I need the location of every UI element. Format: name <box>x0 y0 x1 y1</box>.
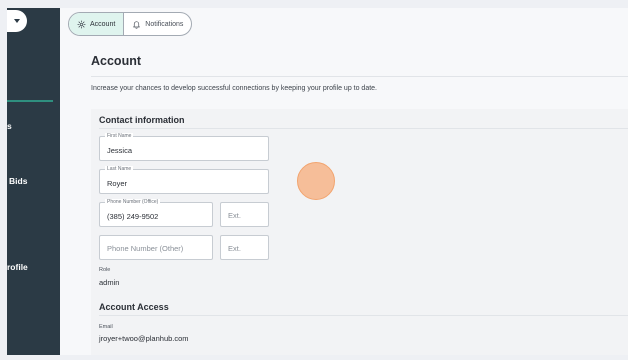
page-subtitle: Increase your chances to develop success… <box>91 85 378 92</box>
email-label: Email <box>99 324 113 330</box>
phone-office-field[interactable]: Phone Number (Office) (385) 249-9502 <box>99 199 213 227</box>
divider <box>91 76 628 77</box>
phone-other-field[interactable]: Phone Number (Other) <box>99 235 213 260</box>
last-name-label: Last Name <box>105 166 134 173</box>
last-name-value: Royer <box>107 179 128 188</box>
divider <box>99 315 628 316</box>
sidebar-item-bids[interactable]: Bids <box>9 176 27 186</box>
first-name-field[interactable]: First Name Jessica <box>99 133 269 161</box>
contact-section-title: Contact information <box>99 115 185 125</box>
tab-notifications[interactable]: Notifications <box>124 13 191 35</box>
sidebar-item-1[interactable]: s <box>7 121 12 131</box>
email-value: jroyer+twoo@planhub.com <box>99 334 189 343</box>
sidebar: s Bids rofile <box>7 8 60 355</box>
role-label: Role <box>99 267 111 273</box>
click-indicator <box>297 162 335 200</box>
phone-other-placeholder: Phone Number (Other) <box>107 244 184 253</box>
ext-other-placeholder: Ext. <box>228 244 241 253</box>
phone-office-label: Phone Number (Office) <box>105 199 161 206</box>
chevron-down-icon <box>14 19 20 23</box>
divider <box>99 128 628 129</box>
ext-office-placeholder: Ext. <box>228 211 241 220</box>
last-name-field[interactable]: Last Name Royer <box>99 166 269 194</box>
tab-account[interactable]: Account <box>69 13 125 35</box>
main-content: Account Notifications Account Increase y… <box>60 8 628 355</box>
ext-office-field[interactable]: Ext. <box>220 202 269 227</box>
sidebar-item-profile[interactable]: rofile <box>7 262 28 272</box>
role-value: admin <box>99 278 120 287</box>
ext-other-field[interactable]: Ext. <box>220 235 269 260</box>
sidebar-active-indicator <box>7 100 53 102</box>
tab-account-label: Account <box>90 20 116 28</box>
phone-office-value: (385) 249-9502 <box>107 212 159 221</box>
profile-card: Contact information First Name Jessica L… <box>91 109 628 355</box>
settings-tabs: Account Notifications <box>68 12 193 36</box>
tab-notifications-label: Notifications <box>145 20 184 28</box>
first-name-label: First Name <box>105 133 134 140</box>
account-switcher[interactable] <box>7 10 27 32</box>
gear-icon <box>77 19 86 29</box>
access-section-title: Account Access <box>99 302 169 312</box>
bell-icon <box>133 20 141 29</box>
first-name-value: Jessica <box>107 146 133 155</box>
page-title: Account <box>91 54 141 68</box>
